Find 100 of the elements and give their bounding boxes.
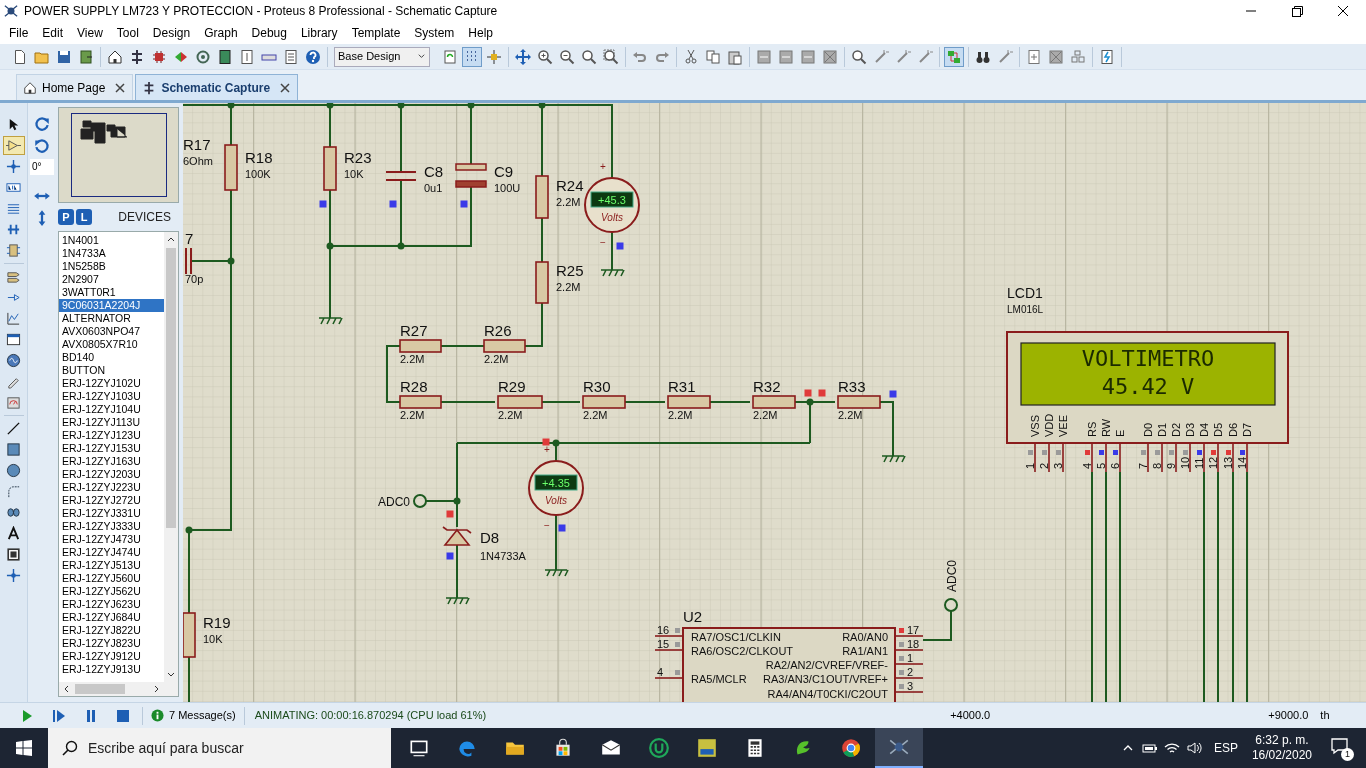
device-item[interactable]: ERJ-12ZYJ623U [59,598,164,611]
menu-item[interactable]: Library [293,24,345,42]
pin-label: RS [1086,421,1098,437]
device-item[interactable]: ERJ-12ZYJ822U [59,624,164,637]
device-item[interactable]: AVX0603NPO47 [59,325,164,338]
component-value: 2.2M [583,409,608,421]
pin-label: VEE [1057,415,1069,437]
device-item[interactable]: 3WATT0R1 [59,286,164,299]
pin-number: 6 [1109,462,1121,469]
unit-label: Volts [601,212,623,223]
component-value: 10K [344,168,364,180]
pin-number: 3 [1052,462,1064,469]
pin-label: VDD [1043,413,1055,437]
tab[interactable]: Home Page [16,74,134,100]
component-value: 2.2M [556,196,581,208]
device-item[interactable]: ERJ-12ZYJ223U [59,481,164,494]
component-value: 2.2M [400,409,425,421]
component-ref: R27 [400,322,428,339]
clock-area[interactable]: 6:32 p. m. 16/02/2020 [1251,733,1312,763]
angle-field[interactable]: 0° [30,159,54,175]
menu-item[interactable]: Edit [35,24,71,42]
device-item[interactable]: AVX0805X7R10 [59,338,164,351]
pin-label: D1 [1156,422,1168,437]
component-value: 6Ohm [183,155,213,167]
device-item[interactable]: ERJ-12ZYJ912U [59,650,164,663]
device-item[interactable]: ALTERNATOR [59,312,164,325]
tab[interactable]: Schematic Capture [135,74,299,100]
pin-label: RA7/OSC1/CLKIN [691,631,781,643]
design-select[interactable]: Base Design [334,46,430,67]
device-item[interactable]: ERJ-12ZYJ203U [59,468,164,481]
device-item[interactable]: ERJ-12ZYJ913U [59,663,164,676]
language-indicator[interactable]: ESP [1213,739,1238,757]
polarity-sign: − [544,520,550,531]
device-item[interactable]: ERJ-12ZYJ474U [59,546,164,559]
component-value: 2.2M [838,409,863,421]
menu-item[interactable]: Graph [197,24,245,42]
device-item[interactable]: ERJ-12ZYJ562U [59,585,164,598]
device-item[interactable]: ERJ-12ZYJ684U [59,611,164,624]
component-value: 10K [203,633,223,645]
messages-link[interactable]: 7 Message(s) [169,707,236,724]
device-item[interactable]: ERJ-12ZYJ331U [59,507,164,520]
pin-number: 1 [1024,462,1036,469]
device-item[interactable]: ERJ-12ZYJ333U [59,520,164,533]
menu-item[interactable]: File [2,24,36,42]
x-coordinate: +4000.0 [950,708,991,724]
component-ref: R32 [753,378,781,395]
component-ref: R23 [344,149,372,166]
device-item[interactable]: ERJ-12ZYJ104U [59,403,164,416]
component-ref: R17 [183,136,211,153]
device-item[interactable]: ERJ-12ZYJ823U [59,637,164,650]
pin-number: 4 [1081,462,1093,469]
library-button[interactable]: L [76,209,92,225]
menu-item[interactable]: System [407,24,462,42]
device-item[interactable]: BD140 [59,351,164,364]
device-item[interactable]: ERJ-12ZYJ473U [59,533,164,546]
device-item[interactable]: ERJ-12ZYJ272U [59,494,164,507]
notification-badge: 1 [1341,748,1354,761]
device-item[interactable]: ERJ-12ZYJ560U [59,572,164,585]
unit-label: th [1320,708,1330,724]
pin-label: D7 [1241,422,1253,437]
device-item[interactable]: ERJ-12ZYJ102U [59,377,164,390]
pin-number: 10 [1179,456,1191,469]
device-item[interactable]: 1N4001 [59,234,164,247]
component-ref: R33 [838,378,866,395]
meter-reading: +45.3 [598,194,626,206]
component-value: LM016L [1007,304,1044,315]
device-item[interactable]: ERJ-12ZYJ513U [59,559,164,572]
device-item[interactable]: 1N5258B [59,260,164,273]
component-ref: R31 [668,378,696,395]
component-value: 2.2M [668,409,693,421]
search-field[interactable]: Escribe aquí para buscar [48,728,391,768]
component-ref: 7 [185,230,194,247]
terminal-label: ADC0 [945,560,959,592]
pin-label: D5 [1212,422,1224,437]
pin-number: 13 [1222,456,1234,469]
menu-item[interactable]: Tool [109,24,146,42]
component-ref: C9 [494,163,514,180]
pin-label: RW [1100,418,1112,437]
pin-number: 18 [907,638,920,650]
pick-devices-button[interactable]: P [58,209,74,225]
menu-item[interactable]: Design [145,24,198,42]
device-item[interactable]: ERJ-12ZYJ123U [59,429,164,442]
device-item[interactable]: ERJ-12ZYJ163U [59,455,164,468]
device-item[interactable]: ERJ-12ZYJ103U [59,390,164,403]
component-ref: R30 [583,378,611,395]
menu-item[interactable]: View [70,24,110,42]
polarity-sign: + [600,161,606,172]
device-item[interactable]: 9C06031A2204J [59,299,164,312]
device-item[interactable]: BUTTON [59,364,164,377]
menu-item[interactable]: Template [344,24,408,42]
terminal-label: ADC0 [378,495,410,509]
pin-label: D2 [1170,422,1182,437]
device-item[interactable]: 2N2907 [59,273,164,286]
pin-label: RA3/AN3/C1OUT/VREF+ [763,673,888,685]
device-item[interactable]: ERJ-12ZYJ113U [59,416,164,429]
menu-item[interactable]: Debug [244,24,294,42]
menu-item[interactable]: Help [461,24,501,42]
device-item[interactable]: ERJ-12ZYJ153U [59,442,164,455]
select-value: Base Design [338,49,401,65]
device-item[interactable]: 1N4733A [59,247,164,260]
